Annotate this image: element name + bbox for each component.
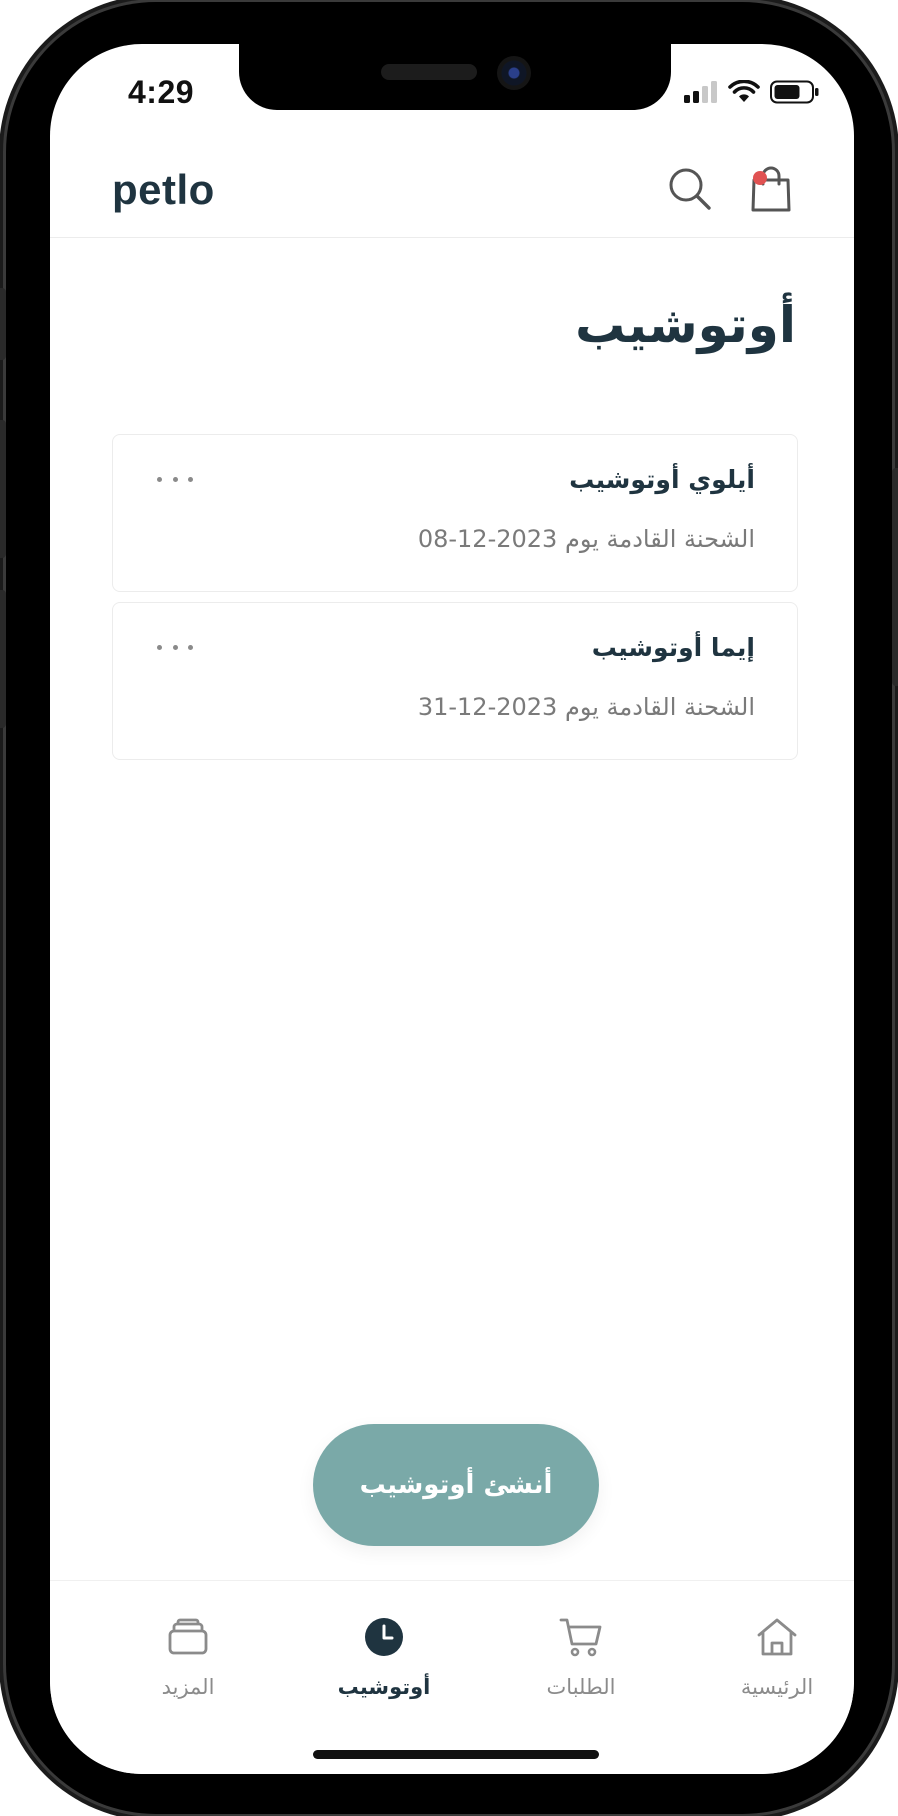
status-icons — [684, 79, 820, 108]
create-autoship-button[interactable]: أنشئ أوتوشيب — [313, 1424, 599, 1546]
mute-switch — [0, 288, 6, 360]
volume-up-button — [0, 420, 6, 558]
status-time: 4:29 — [128, 74, 195, 110]
bottom-tab-bar: المزيد أوتوشيب الطلبات الرئيسية — [50, 1580, 854, 1774]
speaker-grille — [381, 64, 477, 80]
search-button[interactable] — [663, 164, 717, 218]
tab-orders[interactable]: الطلبات — [501, 1615, 661, 1715]
stack-icon — [166, 1615, 210, 1659]
front-camera — [497, 56, 531, 90]
volume-down-button — [0, 590, 6, 728]
autoship-card[interactable]: إيما أوتوشيب الشحنة القادمة يوم 2023-12-… — [112, 602, 798, 760]
cart-icon — [559, 1615, 603, 1659]
autoship-name: إيما أوتوشيب — [591, 633, 755, 662]
more-options-button[interactable] — [157, 639, 193, 655]
tab-home[interactable]: الرئيسية — [697, 1615, 854, 1715]
wifi-icon — [728, 79, 760, 108]
tab-label: الرئيسية — [740, 1675, 814, 1699]
cart-notification-badge — [753, 171, 767, 185]
page-title: أوتوشيب — [575, 296, 796, 354]
autoship-name: أيلوي أوتوشيب — [569, 465, 755, 494]
autoship-card[interactable]: أيلوي أوتوشيب الشحنة القادمة يوم 2023-12… — [112, 434, 798, 592]
tab-label: الطلبات — [546, 1675, 616, 1699]
search-icon — [667, 166, 713, 216]
next-shipment-date: الشحنة القادمة يوم 2023-12-08 — [417, 525, 755, 553]
app-header: petlo — [50, 144, 854, 238]
phone-frame: 4:29 petlo أوتوشيب أيلوي أوتوشيب الشحنة … — [0, 2, 898, 1814]
more-dots-icon — [157, 644, 162, 650]
app-screen: 4:29 petlo أوتوشيب أيلوي أوتوشيب الشحنة … — [50, 44, 854, 1774]
clock-icon — [362, 1615, 406, 1659]
more-options-button[interactable] — [157, 471, 193, 487]
tab-label: أوتوشيب — [337, 1675, 431, 1699]
cellular-signal-icon — [684, 81, 718, 107]
power-button — [892, 468, 898, 686]
battery-icon — [770, 80, 820, 108]
petlo-logo[interactable]: petlo — [112, 166, 215, 214]
next-shipment-date: الشحنة القادمة يوم 2023-12-31 — [417, 693, 755, 721]
home-icon — [755, 1615, 799, 1659]
tab-more[interactable]: المزيد — [108, 1615, 268, 1715]
tab-autoship[interactable]: أوتوشيب — [304, 1615, 464, 1715]
tab-label: المزيد — [161, 1675, 215, 1699]
cart-button[interactable] — [744, 164, 798, 218]
notch — [239, 44, 671, 110]
home-indicator[interactable] — [313, 1750, 599, 1759]
more-dots-icon — [157, 476, 162, 482]
